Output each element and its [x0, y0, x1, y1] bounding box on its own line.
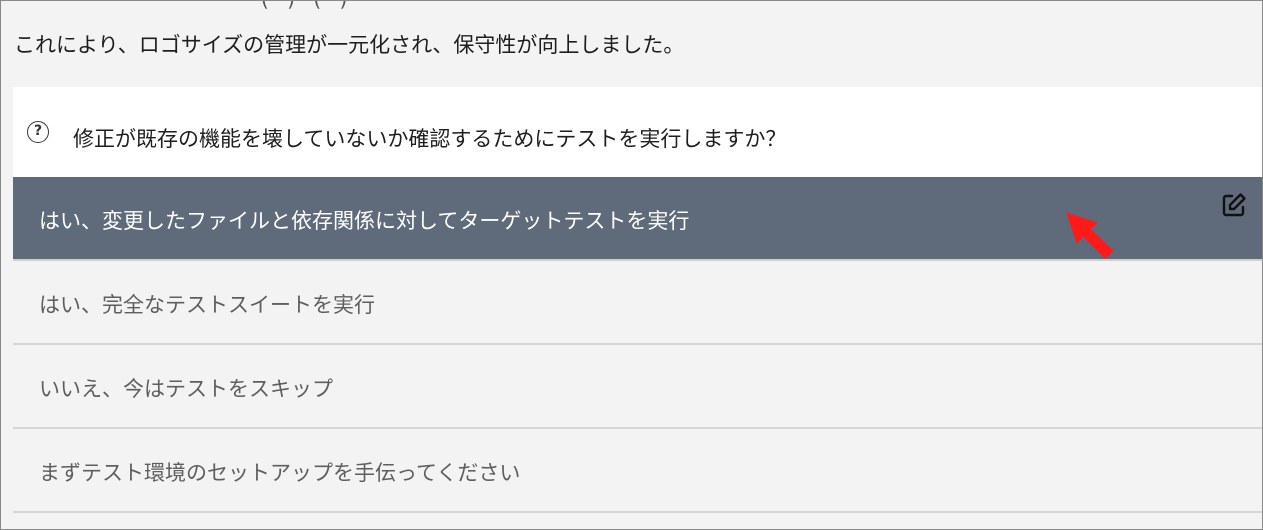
chat-panel: ( ) ( ) これにより、ロゴサイズの管理が一元化され、保守性が向上しました。…: [0, 0, 1263, 530]
option-label: いいえ、今はテストをスキップ: [39, 377, 333, 401]
question-card: ? 修正が既存の機能を壊していないか確認するためにテストを実行しますか？: [13, 87, 1262, 177]
option-run-full-test-suite[interactable]: はい、完全なテストスイートを実行: [13, 261, 1262, 345]
edit-icon[interactable]: [1220, 191, 1248, 219]
option-setup-test-environment[interactable]: まずテスト環境のセットアップを手伝ってください: [13, 429, 1262, 513]
option-label: まずテスト環境のセットアップを手伝ってください: [39, 461, 521, 485]
option-skip-tests[interactable]: いいえ、今はテストをスキップ: [13, 345, 1262, 429]
assistant-summary-text: これにより、ロゴサイズの管理が一元化され、保守性が向上しました。: [14, 33, 685, 57]
previous-message-cut-text: ( ) ( ): [261, 1, 353, 11]
question-text: 修正が既存の機能を壊していないか確認するためにテストを実行しますか？: [73, 127, 787, 151]
question-circle-icon: ?: [27, 121, 49, 143]
option-label: はい、変更したファイルと依存関係に対してターゲットテストを実行: [39, 209, 690, 233]
option-label: はい、完全なテストスイートを実行: [39, 293, 375, 317]
red-arrow-cursor-icon: [1066, 212, 1114, 259]
